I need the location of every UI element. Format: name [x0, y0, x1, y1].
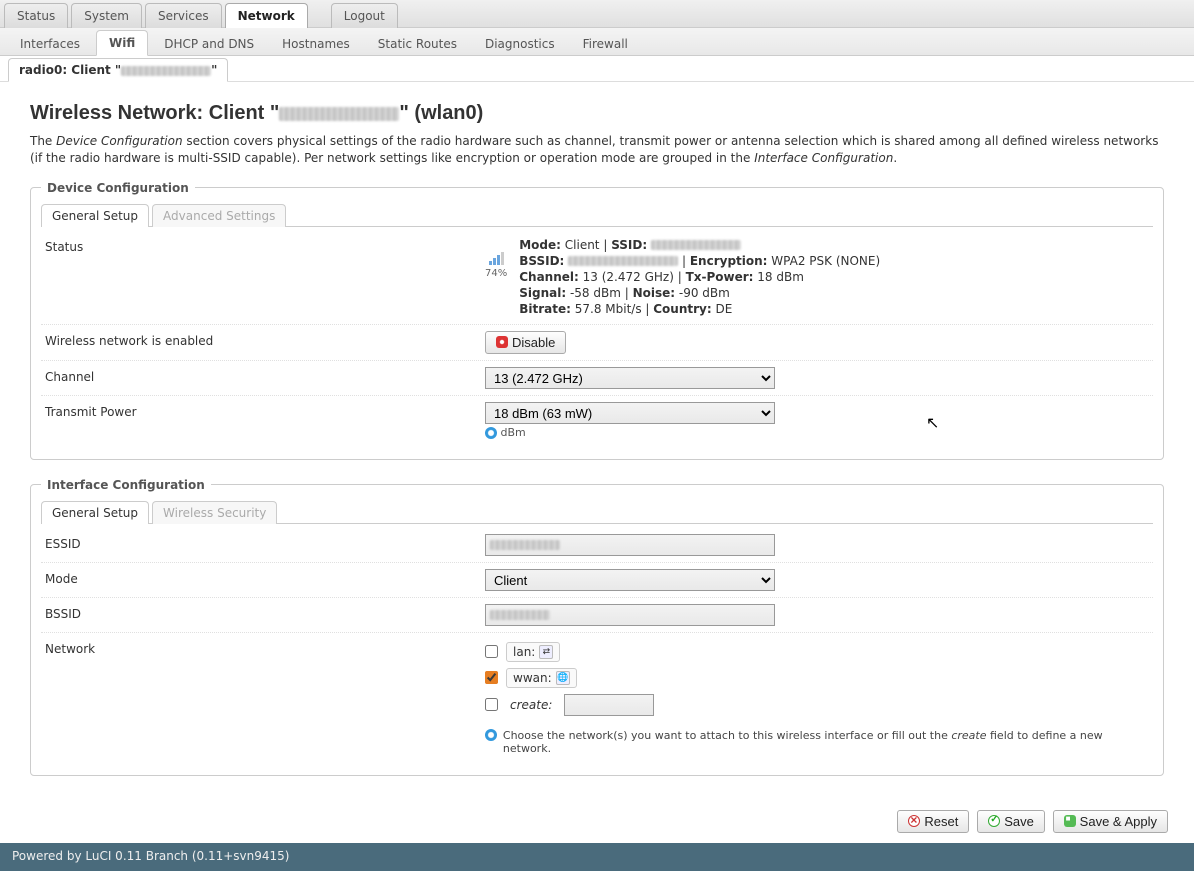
device-inner-tabs: General Setup Advanced Settings	[41, 203, 1153, 227]
network-help: Choose the network(s) you want to attach…	[485, 729, 1149, 755]
save-apply-icon	[1064, 815, 1076, 827]
disable-button[interactable]: Disable	[485, 331, 566, 354]
iface-tab-general[interactable]: General Setup	[41, 501, 149, 524]
bssid-label: BSSID	[45, 604, 485, 626]
lan-net-label: lan: ⇄	[506, 642, 560, 662]
page-title-prefix: Wireless Network: Client "	[30, 102, 279, 124]
save-apply-button[interactable]: Save & Apply	[1053, 810, 1168, 833]
essid-label: ESSID	[45, 534, 485, 556]
reset-label: Reset	[924, 814, 958, 829]
create-label: create:	[510, 698, 552, 712]
network-option-create: create:	[485, 691, 1149, 719]
create-input[interactable]	[564, 694, 654, 716]
network-label: Network	[45, 639, 485, 755]
status-text: Mode: Client | SSID: BSSID: | Encryption…	[519, 237, 880, 318]
redacted-ssid-title	[279, 107, 399, 121]
essid-input[interactable]	[485, 534, 775, 556]
interface-config-legend: Interface Configuration	[41, 478, 211, 492]
tab-status[interactable]: Status	[4, 3, 68, 28]
channel-select[interactable]: 13 (2.472 GHz)	[485, 367, 775, 389]
radio-tab[interactable]: radio0: Client " "	[8, 58, 228, 82]
iface-inner-tabs: General Setup Wireless Security	[41, 500, 1153, 524]
wwan-net-label: wwan: 🌐	[506, 668, 577, 688]
signal-percent: 74%	[485, 268, 507, 279]
redacted-ssid-status	[651, 240, 741, 250]
mode-select[interactable]: Client	[485, 569, 775, 591]
save-label: Save	[1004, 814, 1034, 829]
device-config-legend: Device Configuration	[41, 181, 195, 195]
tab-network[interactable]: Network	[225, 3, 308, 28]
mode-label: Mode	[45, 569, 485, 591]
signal-bars-icon	[489, 251, 504, 265]
interface-configuration: Interface Configuration General Setup Wi…	[30, 478, 1164, 776]
page-title: Wireless Network: Client " " (wlan0)	[30, 102, 1164, 125]
save-apply-label: Save & Apply	[1080, 814, 1157, 829]
signal-indicator: 74%	[485, 237, 519, 279]
channel-label: Channel	[45, 367, 485, 389]
txpower-unit: dBm	[497, 426, 526, 439]
page-title-suffix: " (wlan0)	[399, 102, 483, 124]
subtab-wifi[interactable]: Wifi	[96, 30, 148, 56]
globe-icon: 🌐	[556, 671, 570, 685]
subtab-firewall[interactable]: Firewall	[571, 32, 640, 56]
bridge-icon: ⇄	[539, 645, 553, 659]
device-tab-general[interactable]: General Setup	[41, 204, 149, 227]
page-description: The Device Configuration section covers …	[30, 133, 1164, 167]
tab-services[interactable]: Services	[145, 3, 222, 28]
device-tab-advanced[interactable]: Advanced Settings	[152, 204, 286, 227]
tab-system[interactable]: System	[71, 3, 142, 28]
status-label: Status	[45, 237, 485, 318]
radio-tab-prefix: radio0: Client "	[19, 63, 121, 77]
wwan-checkbox[interactable]	[485, 671, 498, 684]
reset-button[interactable]: Reset	[897, 810, 969, 833]
txpower-select[interactable]: 18 dBm (63 mW)	[485, 402, 775, 424]
enabled-label: Wireless network is enabled	[45, 331, 485, 354]
subtab-hostnames[interactable]: Hostnames	[270, 32, 362, 56]
subtab-routes[interactable]: Static Routes	[366, 32, 469, 56]
info-icon	[485, 427, 497, 439]
network-option-lan: lan: ⇄	[485, 639, 1149, 665]
subtab-diagnostics[interactable]: Diagnostics	[473, 32, 567, 56]
main-tab-bar: Status System Services Network Logout	[0, 0, 1194, 28]
sub-tab-bar: Interfaces Wifi DHCP and DNS Hostnames S…	[0, 28, 1194, 56]
tab-logout[interactable]: Logout	[331, 3, 398, 28]
subtab-dhcp[interactable]: DHCP and DNS	[152, 32, 266, 56]
redacted-bssid-val	[490, 610, 550, 620]
redacted-ssid	[121, 66, 211, 76]
stop-icon	[496, 336, 508, 348]
bssid-input[interactable]	[485, 604, 775, 626]
iface-tab-security[interactable]: Wireless Security	[152, 501, 277, 524]
radio-tab-bar: radio0: Client " "	[0, 56, 1194, 82]
save-icon	[988, 815, 1000, 827]
radio-tab-suffix: "	[211, 63, 217, 77]
redacted-bssid	[568, 256, 678, 266]
subtab-interfaces[interactable]: Interfaces	[8, 32, 92, 56]
footer-text: Powered by LuCI 0.11 Branch (0.11+svn941…	[12, 849, 290, 863]
action-bar: Reset Save Save & Apply	[0, 804, 1194, 843]
network-option-wwan: wwan: 🌐	[485, 665, 1149, 691]
reset-icon	[908, 815, 920, 827]
create-checkbox[interactable]	[485, 698, 498, 711]
device-configuration: Device Configuration General Setup Advan…	[30, 181, 1164, 460]
redacted-essid-val	[490, 540, 560, 550]
save-button[interactable]: Save	[977, 810, 1045, 833]
footer: Powered by LuCI 0.11 Branch (0.11+svn941…	[0, 843, 1194, 871]
disable-button-label: Disable	[512, 335, 555, 350]
txpower-label: Transmit Power	[45, 402, 485, 439]
info-icon	[485, 729, 497, 741]
lan-checkbox[interactable]	[485, 645, 498, 658]
